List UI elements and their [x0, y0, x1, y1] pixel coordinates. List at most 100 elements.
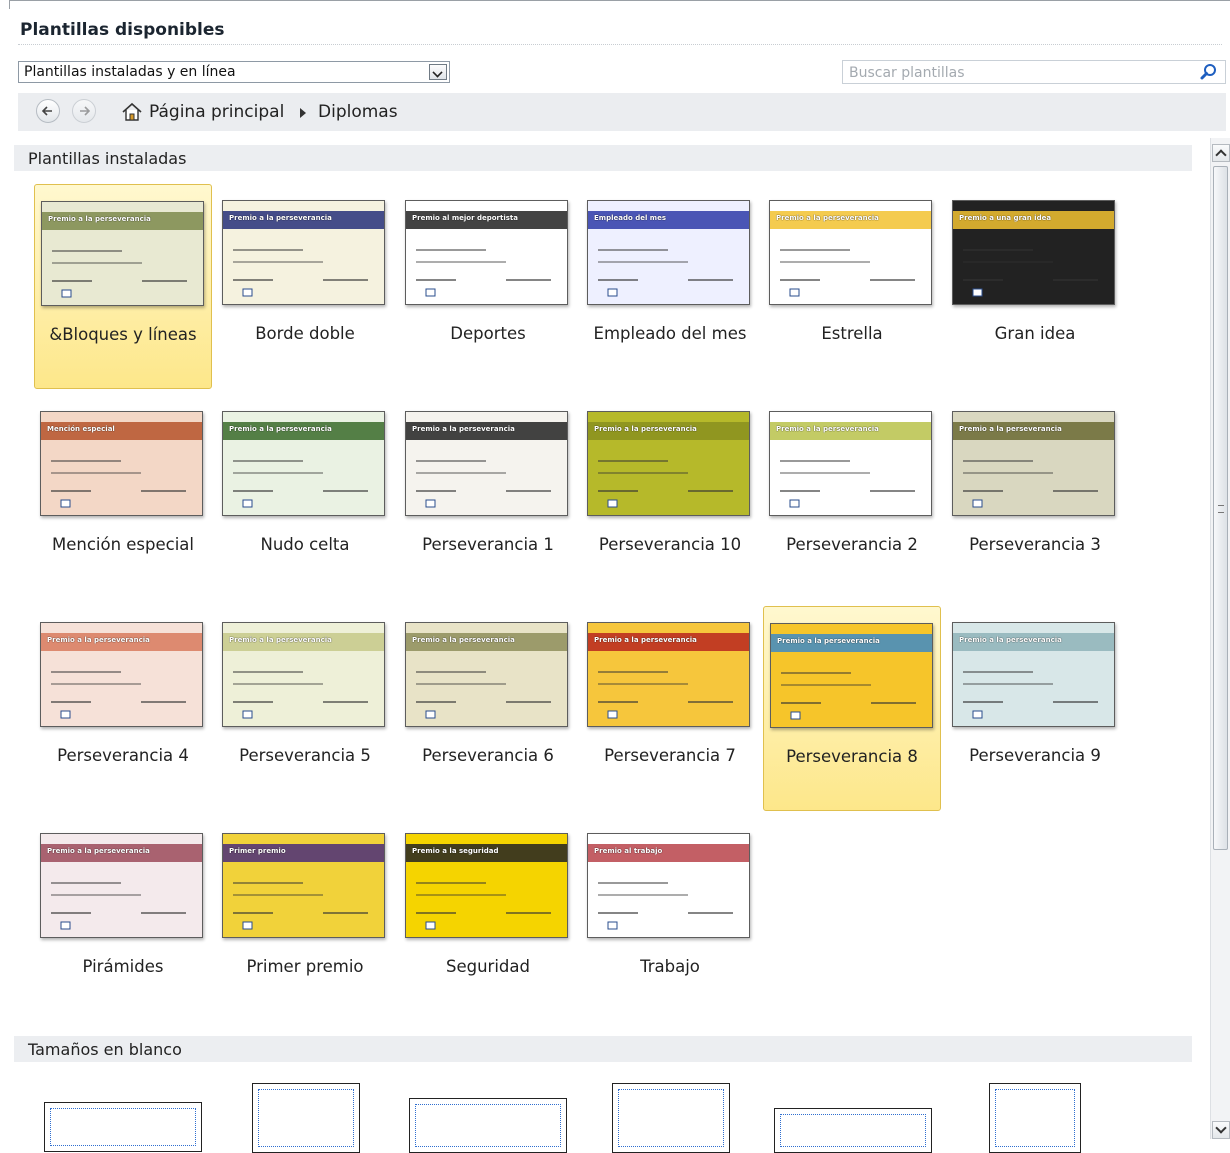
template-tile[interactable]: Premio a la perseverancia Perseverancia 5 [216, 606, 394, 811]
forward-button[interactable] [72, 99, 96, 123]
home-icon[interactable] [121, 102, 143, 122]
template-thumbnail: Premio al trabajo [587, 833, 750, 938]
template-label: Perseverancia 5 [239, 746, 371, 765]
template-thumbnail: Premio a una gran idea [952, 200, 1115, 305]
template-tile[interactable]: Premio a la perseverancia Perseverancia 2 [763, 395, 941, 600]
template-tile[interactable]: Premio a la perseverancia Nudo celta [216, 395, 394, 600]
template-thumbnail: Premio a la perseverancia [222, 411, 385, 516]
breadcrumb-home[interactable]: Página principal [149, 102, 284, 122]
blank-size-5[interactable] [774, 1108, 932, 1153]
template-thumbnail: Premio a la perseverancia [769, 200, 932, 305]
template-thumbnail: Empleado del mes [587, 200, 750, 305]
template-tile[interactable]: Premio a la perseverancia Perseverancia 8 [763, 606, 941, 811]
blank-size-1[interactable] [44, 1102, 202, 1152]
template-thumbnail: Premio a la perseverancia [222, 622, 385, 727]
template-label: Borde doble [255, 324, 355, 343]
template-label: Perseverancia 4 [57, 746, 189, 765]
template-thumbnail: Premio al mejor deportista [405, 200, 568, 305]
template-label: Perseverancia 6 [422, 746, 554, 765]
template-tile[interactable]: Premio a la seguridad Seguridad [399, 817, 577, 1022]
breadcrumb-current[interactable]: Diplomas [318, 102, 398, 122]
search-icon[interactable] [1199, 63, 1219, 81]
chevron-down-icon[interactable] [429, 64, 447, 80]
template-tile[interactable]: Premio a la perseverancia Perseverancia 3 [946, 395, 1124, 600]
template-thumbnail: Premio a la perseverancia [222, 200, 385, 305]
template-preview-headline: Primer premio [229, 847, 286, 855]
template-tile[interactable]: Premio a la perseverancia Perseverancia 4 [34, 606, 212, 811]
blank-size-2[interactable] [252, 1083, 360, 1153]
template-thumbnail: Premio a la perseverancia [587, 622, 750, 727]
template-label: Seguridad [446, 957, 530, 976]
template-label: Perseverancia 2 [786, 535, 918, 554]
template-preview-headline: Premio a la perseverancia [229, 214, 332, 222]
template-thumbnail: Premio a la perseverancia [952, 622, 1115, 727]
template-preview-headline: Premio a la perseverancia [412, 636, 515, 644]
section-header-installed: Plantillas instaladas [14, 145, 1192, 171]
template-label: Gran idea [994, 324, 1076, 343]
template-tile[interactable]: Mención especial Mención especial [34, 395, 212, 600]
template-preview-headline: Premio a la perseverancia [594, 425, 697, 433]
template-source-value: Plantillas instaladas y en línea [24, 64, 236, 80]
template-preview-headline: Mención especial [47, 425, 115, 433]
blank-size-4[interactable] [612, 1083, 730, 1153]
template-thumbnail: Premio a la perseverancia [770, 623, 933, 728]
template-tile[interactable]: Premio a la perseverancia &Bloques y líne… [34, 184, 212, 389]
section-title: Plantillas instaladas [28, 149, 187, 168]
template-source-select[interactable]: Plantillas instaladas y en línea [18, 61, 450, 83]
template-label: Empleado del mes [593, 324, 747, 343]
template-label: Perseverancia 10 [598, 535, 742, 554]
search-input[interactable] [847, 63, 1191, 83]
search-box[interactable] [842, 60, 1226, 84]
template-preview-headline: Premio a la perseverancia [777, 637, 880, 645]
template-label: Perseverancia 1 [422, 535, 554, 554]
template-tile[interactable]: Premio a una gran idea Gran idea [946, 184, 1124, 389]
title-divider [18, 44, 1222, 45]
template-label: Pirámides [82, 957, 164, 976]
template-thumbnail: Premio a la perseverancia [40, 622, 203, 727]
template-label: Perseverancia 3 [969, 535, 1101, 554]
panel-title: Plantillas disponibles [20, 20, 225, 40]
template-preview-headline: Premio a la perseverancia [412, 425, 515, 433]
scroll-up-button[interactable] [1212, 144, 1230, 162]
template-tile[interactable]: Premio a la perseverancia Estrella [763, 184, 941, 389]
template-tile[interactable]: Premio a la perseverancia Perseverancia 1… [581, 395, 759, 600]
template-tile[interactable]: Premio al trabajo Trabajo [581, 817, 759, 1022]
template-label: &Bloques y líneas [49, 325, 197, 344]
template-label: Trabajo [640, 957, 700, 976]
blank-size-6[interactable] [989, 1083, 1081, 1153]
template-preview-headline: Premio a la seguridad [412, 847, 499, 855]
section-title: Tamaños en blanco [28, 1040, 182, 1059]
template-preview-headline: Premio a una gran idea [959, 214, 1052, 222]
navigation-bar: Página principal Diplomas [18, 93, 1226, 131]
template-preview-headline: Premio a la perseverancia [229, 425, 332, 433]
template-tile[interactable]: Premio a la perseverancia Perseverancia 1 [399, 395, 577, 600]
template-thumbnail: Premio a la perseverancia [952, 411, 1115, 516]
scroll-thumb[interactable] [1213, 166, 1228, 850]
template-tile[interactable]: Premio a la perseverancia Pirámides [34, 817, 212, 1022]
template-tile[interactable]: Primer premio Primer premio [216, 817, 394, 1022]
template-tile[interactable]: Premio al mejor deportista Deportes [399, 184, 577, 389]
template-preview-headline: Premio a la perseverancia [776, 425, 879, 433]
template-tile[interactable]: Premio a la perseverancia Perseverancia 6 [399, 606, 577, 811]
template-label: Mención especial [51, 535, 195, 554]
template-preview-headline: Premio a la perseverancia [229, 636, 332, 644]
back-button[interactable] [36, 99, 60, 123]
template-thumbnail: Mención especial [40, 411, 203, 516]
template-preview-headline: Premio a la perseverancia [776, 214, 879, 222]
template-preview-headline: Premio a la perseverancia [959, 636, 1062, 644]
template-tile[interactable]: Premio a la perseverancia Perseverancia 7 [581, 606, 759, 811]
template-preview-headline: Premio a la perseverancia [48, 215, 151, 223]
template-tile[interactable]: Premio a la perseverancia Borde doble [216, 184, 394, 389]
template-preview-headline: Premio a la perseverancia [594, 636, 697, 644]
blank-size-3[interactable] [409, 1098, 567, 1153]
template-tile[interactable]: Premio a la perseverancia Perseverancia 9 [946, 606, 1124, 811]
scroll-down-button[interactable] [1212, 1121, 1230, 1139]
template-thumbnail: Premio a la perseverancia [41, 201, 204, 306]
template-label: Perseverancia 7 [604, 746, 736, 765]
template-tile[interactable]: Empleado del mes Empleado del mes [581, 184, 759, 389]
template-thumbnail: Premio a la perseverancia [587, 411, 750, 516]
template-label: Perseverancia 9 [969, 746, 1101, 765]
template-preview-headline: Premio a la perseverancia [47, 847, 150, 855]
vertical-scrollbar[interactable] [1210, 138, 1230, 1139]
template-label: Nudo celta [260, 535, 350, 554]
